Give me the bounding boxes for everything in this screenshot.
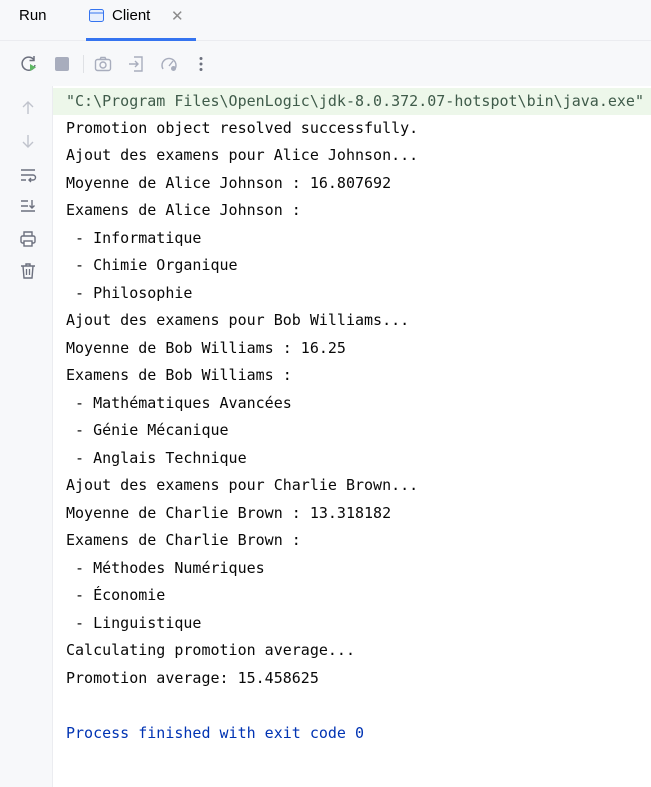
output-line: Examens de Charlie Brown :	[66, 531, 301, 549]
soft-wrap-icon[interactable]	[19, 166, 37, 184]
output-line: Ajout des examens pour Charlie Brown...	[66, 476, 419, 494]
close-icon[interactable]: ✕	[171, 7, 184, 25]
stop-icon[interactable]	[53, 55, 71, 73]
output-line: Ajout des examens pour Alice Johnson...	[66, 146, 419, 164]
output-line: - Linguistique	[66, 614, 202, 632]
more-icon[interactable]	[192, 55, 210, 73]
console-output[interactable]: "C:\Program Files\OpenLogic\jdk-8.0.372.…	[53, 86, 651, 787]
output-line: Moyenne de Bob Williams : 16.25	[66, 339, 346, 357]
tab-client-label: Client	[112, 7, 151, 24]
tab-client[interactable]: Client ✕	[86, 0, 196, 41]
output-line: - Méthodes Numériques	[66, 559, 265, 577]
tool-window-header: Run Client ✕	[0, 0, 651, 41]
scroll-end-icon[interactable]	[19, 197, 37, 215]
process-finished-line: Process finished with exit code 0	[66, 724, 365, 742]
gauge-icon[interactable]	[160, 55, 178, 73]
output-line: Moyenne de Alice Johnson : 16.807692	[66, 174, 392, 192]
run-tool-window-title: Run	[19, 7, 47, 24]
trash-icon[interactable]	[19, 262, 37, 280]
arrow-up-icon[interactable]	[19, 99, 37, 117]
output-line: Examens de Alice Johnson :	[66, 201, 301, 219]
output-line: - Mathématiques Avancées	[66, 394, 292, 412]
console-side-toolbar	[0, 86, 53, 787]
output-line: - Économie	[66, 586, 166, 604]
output-line: - Philosophie	[66, 284, 193, 302]
output-line: Examens de Bob Williams :	[66, 366, 292, 384]
toolbar-separator	[83, 55, 84, 73]
run-toolbar	[0, 41, 651, 86]
output-line: Promotion object resolved successfully.	[66, 119, 419, 137]
rerun-icon[interactable]	[20, 55, 38, 73]
output-line: Calculating promotion average...	[66, 641, 355, 659]
output-line: - Chimie Organique	[66, 256, 238, 274]
print-icon[interactable]	[19, 230, 37, 248]
login-icon[interactable]	[127, 55, 145, 73]
output-line: - Anglais Technique	[66, 449, 247, 467]
output-line: Promotion average: 15.458625	[66, 669, 319, 687]
window-icon	[89, 9, 104, 22]
output-line: - Informatique	[66, 229, 202, 247]
output-line: Ajout des examens pour Bob Williams...	[66, 311, 410, 329]
command-line[interactable]: "C:\Program Files\OpenLogic\jdk-8.0.372.…	[66, 88, 644, 115]
camera-icon[interactable]	[94, 55, 112, 73]
arrow-down-icon[interactable]	[19, 132, 37, 150]
output-line: Moyenne de Charlie Brown : 13.318182	[66, 504, 392, 522]
output-line: - Génie Mécanique	[66, 421, 229, 439]
